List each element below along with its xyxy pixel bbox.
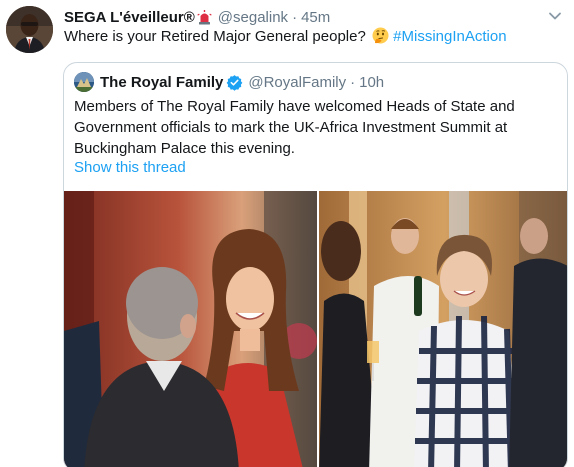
photo-reception-right[interactable] <box>318 191 567 467</box>
quoted-separator-dot: · <box>350 73 356 91</box>
quoted-timestamp: 10h <box>359 73 385 91</box>
tweet-text: Where is your Retired Major General peop… <box>64 27 507 47</box>
author-avatar[interactable] <box>6 6 53 53</box>
author-handle[interactable]: @segalink <box>218 9 288 26</box>
tweet-header: SEGA L'éveilleur ® @segalink · 45m <box>64 7 330 27</box>
show-thread-link[interactable]: Show this thread <box>74 159 186 176</box>
quoted-tweet-header: The Royal Family @RoyalFamily · 10h <box>74 71 384 93</box>
quoted-text-line: Buckingham Palace this evening. <box>74 140 295 157</box>
photo-reception-left[interactable] <box>64 191 317 467</box>
quoted-author-handle: @RoyalFamily <box>248 73 347 91</box>
verified-badge-icon <box>226 74 243 91</box>
thinking-face-emoji-icon <box>372 27 389 44</box>
quoted-tweet-card[interactable]: The Royal Family @RoyalFamily · 10h Memb… <box>63 62 568 467</box>
separator-dot: · <box>292 8 298 26</box>
quoted-media <box>64 191 567 467</box>
tweet-text-body: Where is your Retired Major General peop… <box>64 28 366 45</box>
registered-mark: ® <box>183 8 195 26</box>
quoted-text-line: Members of The Royal Family have welcome… <box>74 98 515 115</box>
tweet: SEGA L'éveilleur ® @segalink · 45m Where … <box>0 0 574 467</box>
quoted-author-name: The Royal Family <box>100 73 224 91</box>
author-name[interactable]: SEGA L'éveilleur <box>64 9 184 26</box>
quoted-text-line: Government officials to mark the UK-Afri… <box>74 119 508 136</box>
tweet-timestamp[interactable]: 45m <box>301 9 330 26</box>
quoted-author-avatar <box>74 72 94 92</box>
chevron-down-icon[interactable] <box>548 9 562 23</box>
quoted-tweet-text: Members of The Royal Family have welcome… <box>74 96 554 159</box>
hashtag-link[interactable]: #MissingInAction <box>393 28 506 45</box>
police-light-emoji-icon <box>197 9 212 25</box>
